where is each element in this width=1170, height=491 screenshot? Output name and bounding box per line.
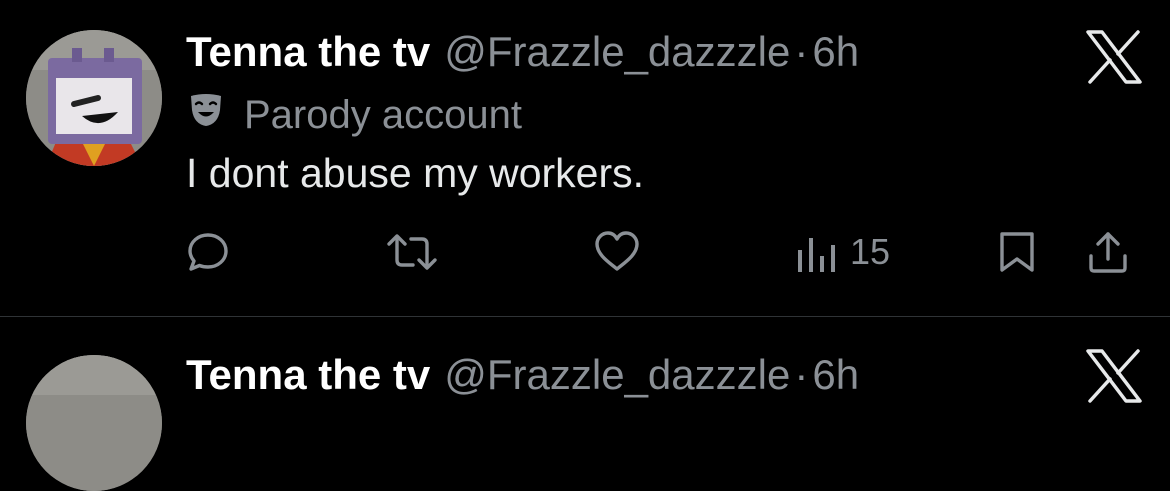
avatar[interactable] (26, 355, 162, 491)
author-handle[interactable]: @Frazzle_dazzzle (444, 28, 790, 76)
post-header: Tenna the tv @Frazzle_dazzzle · 6h (186, 28, 859, 76)
parody-label-text: Parody account (244, 92, 522, 137)
repost-icon (387, 234, 437, 270)
parody-label: Parody account (188, 92, 522, 138)
separator-dot: · (794, 28, 809, 75)
post-timestamp[interactable]: 6h (812, 28, 859, 76)
views-button[interactable]: 15 (796, 230, 890, 274)
avatar-image (26, 355, 162, 491)
post-text: I dont abuse my workers. (186, 150, 645, 196)
x-close-icon[interactable] (1086, 30, 1142, 84)
share-icon (1089, 232, 1127, 273)
author-handle[interactable]: @Frazzle_dazzzle (444, 351, 790, 399)
bookmark-button[interactable] (998, 230, 1036, 274)
avatar-image (26, 30, 162, 166)
views-count: 15 (850, 231, 891, 272)
post[interactable]: Tenna the tv @Frazzle_dazzzle · 6h (0, 316, 1170, 491)
heart-icon (595, 231, 639, 271)
share-button[interactable] (1086, 230, 1130, 274)
avatar[interactable] (26, 30, 162, 166)
reply-icon (188, 233, 228, 271)
repost-button[interactable] (386, 230, 438, 274)
parody-mask-icon (188, 92, 244, 138)
post-timestamp[interactable]: 6h (812, 351, 859, 399)
post[interactable]: Tenna the tv @Frazzle_dazzzle · 6h Parod… (0, 0, 1170, 316)
author-name[interactable]: Tenna the tv (186, 28, 430, 76)
author-name[interactable]: Tenna the tv (186, 351, 430, 399)
x-close-icon[interactable] (1086, 349, 1142, 403)
bookmark-icon (1000, 232, 1034, 272)
views-icon (798, 238, 835, 272)
post-header: Tenna the tv @Frazzle_dazzzle · 6h (186, 351, 859, 399)
separator-dot: · (794, 351, 809, 398)
like-button[interactable] (594, 230, 640, 274)
reply-button[interactable] (186, 230, 230, 274)
